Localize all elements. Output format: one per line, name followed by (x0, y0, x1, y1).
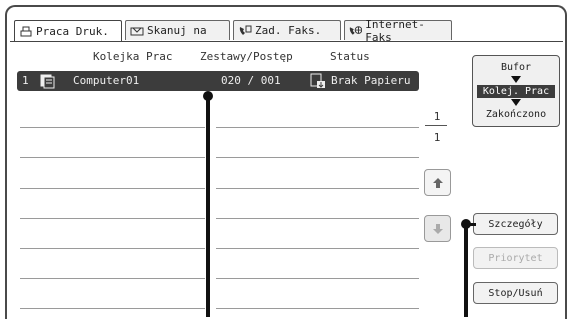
row-divider (20, 188, 205, 189)
stop-delete-button[interactable]: Stop/Usuń (473, 282, 558, 304)
row-divider (216, 248, 419, 249)
column-header-sets: Zestawy/Postęp (200, 50, 293, 63)
arrow-down-icon (432, 223, 443, 234)
job-status: Brak Papieru (331, 74, 411, 87)
tab-label: Praca Druk. (36, 25, 109, 38)
print-job-icon (40, 74, 55, 89)
details-button[interactable]: Szczegóły (473, 213, 558, 235)
tab-label: Skanuj na (147, 24, 207, 37)
view-option-complete[interactable]: Zakończono (473, 109, 559, 120)
callout-line (206, 96, 210, 317)
paper-out-icon (310, 73, 325, 88)
arrow-down-icon (511, 76, 521, 83)
job-row-1[interactable]: 1 Computer01 020 / 001 Brak Papieru (17, 71, 419, 91)
job-name: Computer01 (73, 74, 140, 87)
priority-button[interactable]: Priorytet (473, 247, 558, 269)
page-current: 1 (433, 110, 441, 123)
callout-line (464, 224, 468, 317)
scroll-down-button[interactable] (424, 215, 451, 242)
tab-scan-to[interactable]: Skanuj na (125, 20, 230, 40)
row-divider (216, 188, 419, 189)
row-divider (216, 278, 419, 279)
row-divider (216, 218, 419, 219)
tab-label: Zad. Faks. (255, 24, 322, 37)
tab-divider (10, 41, 563, 42)
internet-fax-icon (349, 25, 363, 35)
row-divider (20, 157, 205, 158)
view-option-job-queue[interactable]: Kolej. Prac (477, 85, 555, 98)
column-header-queue: Kolejka Prac (93, 50, 173, 63)
arrow-down-icon (511, 99, 521, 106)
row-divider (216, 308, 419, 309)
scroll-up-button[interactable] (424, 169, 451, 196)
printer-icon (20, 26, 32, 36)
row-divider (216, 127, 419, 128)
tab-label: Internet-Faks (365, 17, 425, 44)
page-total: 1 (433, 131, 441, 144)
arrow-up-icon (432, 177, 443, 188)
row-divider (20, 127, 205, 128)
scan-icon (130, 27, 144, 35)
row-divider (216, 157, 419, 158)
tab-print-job[interactable]: Praca Druk. (14, 20, 122, 42)
job-progress: 020 / 001 (221, 74, 281, 87)
tab-bar: Praca Druk. Skanuj na Zad. Faks. Interne… (14, 18, 452, 44)
job-number: 1 (22, 74, 29, 87)
row-divider (20, 308, 205, 309)
fax-icon (239, 25, 252, 35)
row-divider (20, 218, 205, 219)
callout-line (466, 223, 476, 226)
job-list-view-selector[interactable]: Bufor Kolej. Prac Zakończono (472, 55, 560, 127)
row-divider (20, 248, 205, 249)
tab-fax-job[interactable]: Zad. Faks. (233, 20, 341, 40)
column-header-status: Status (330, 50, 370, 63)
tab-internet-fax[interactable]: Internet-Faks (344, 18, 452, 44)
row-divider (20, 278, 205, 279)
view-option-spool[interactable]: Bufor (473, 62, 559, 73)
page-divider (425, 125, 447, 126)
